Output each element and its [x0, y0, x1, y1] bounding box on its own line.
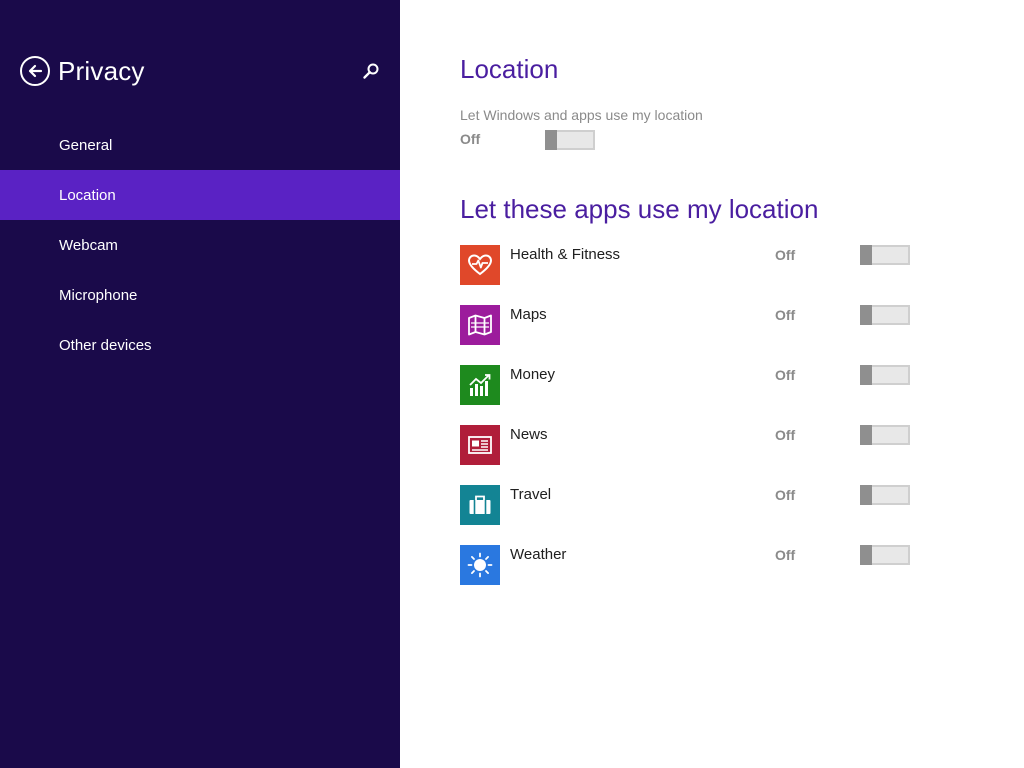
app-name: Weather — [510, 546, 567, 563]
app-row-news: News Off — [460, 425, 920, 465]
search-icon — [363, 63, 379, 79]
toggle-thumb — [860, 245, 872, 265]
toggle-thumb — [860, 365, 872, 385]
app-name: News — [510, 426, 548, 443]
toggle-thumb — [860, 305, 872, 325]
toggle-thumb — [860, 545, 872, 565]
sidebar-item-other-devices[interactable]: Other devices — [0, 320, 400, 370]
map-icon — [460, 305, 500, 345]
app-toggle-state: Off — [775, 427, 796, 443]
app-name: Health & Fitness — [510, 246, 621, 263]
news-location-toggle[interactable] — [860, 425, 910, 445]
location-toggle-state: Off — [460, 131, 481, 147]
sidebar-title: Privacy — [58, 55, 145, 86]
location-setting-label: Let Windows and apps use my location — [460, 107, 703, 123]
app-row-health-fitness: Health & Fitness Off — [460, 245, 920, 285]
app-toggle-state: Off — [775, 547, 796, 563]
toggle-thumb — [860, 425, 872, 445]
sidebar-item-location[interactable]: Location — [0, 170, 400, 220]
sidebar-item-label: Other devices — [59, 336, 152, 354]
sidebar-item-microphone[interactable]: Microphone — [0, 270, 400, 320]
toggle-thumb — [860, 485, 872, 505]
back-button[interactable] — [20, 56, 50, 86]
app-toggle-state: Off — [775, 247, 796, 263]
app-toggle-state: Off — [775, 307, 796, 323]
app-row-weather: Weather Off — [460, 545, 920, 585]
heart-pulse-icon — [460, 245, 500, 285]
apps-section-title: Let these apps use my location — [460, 194, 819, 224]
app-toggle-state: Off — [775, 487, 796, 503]
app-name: Travel — [510, 486, 552, 503]
app-name: Money — [510, 366, 556, 383]
maps-location-toggle[interactable] — [860, 305, 910, 325]
travel-location-toggle[interactable] — [860, 485, 910, 505]
back-arrow-icon — [28, 64, 43, 78]
sidebar-item-webcam[interactable]: Webcam — [0, 220, 400, 270]
sun-icon — [460, 545, 500, 585]
sidebar-item-general[interactable]: General — [0, 120, 400, 170]
sidebar-item-label: Location — [59, 186, 116, 204]
app-row-travel: Travel Off — [460, 485, 920, 525]
sidebar-header: Privacy — [20, 54, 145, 88]
health-fitness-location-toggle[interactable] — [860, 245, 910, 265]
suitcase-icon — [460, 485, 500, 525]
toggle-thumb — [545, 130, 557, 150]
sidebar: Privacy General Location Webcam Micropho… — [0, 0, 400, 768]
chart-icon — [460, 365, 500, 405]
sidebar-item-label: Webcam — [59, 236, 118, 254]
money-location-toggle[interactable] — [860, 365, 910, 385]
sidebar-nav: General Location Webcam Microphone Other… — [0, 120, 400, 370]
app-toggle-state: Off — [775, 367, 796, 383]
page-title: Location — [460, 54, 559, 84]
location-toggle[interactable] — [545, 130, 595, 150]
main-content: Location Let Windows and apps use my loc… — [400, 0, 1024, 768]
sidebar-item-label: Microphone — [59, 286, 138, 304]
sidebar-item-label: General — [59, 136, 113, 154]
app-name: Maps — [510, 306, 547, 323]
app-row-maps: Maps Off — [460, 305, 920, 345]
weather-location-toggle[interactable] — [860, 545, 910, 565]
newspaper-icon — [460, 425, 500, 465]
search-button[interactable] — [362, 62, 380, 80]
app-row-money: Money Off — [460, 365, 920, 405]
